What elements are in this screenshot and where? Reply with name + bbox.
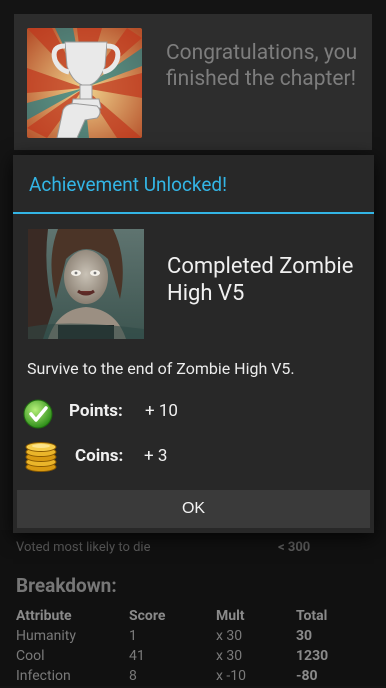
cell-mult: x -10 xyxy=(216,668,247,684)
coins-icon xyxy=(23,439,59,473)
header-attribute: Attribute xyxy=(16,608,72,624)
check-icon xyxy=(23,399,53,429)
achievement-dialog: Achievement Unlocked! Completed Zombie H… xyxy=(13,155,374,533)
coins-value: + 3 xyxy=(144,446,168,466)
header-mult: Mult xyxy=(216,608,245,624)
cell-score: 41 xyxy=(129,648,145,664)
cell-total: 30 xyxy=(296,628,313,644)
cell-score: 1 xyxy=(129,628,137,644)
dialog-title: Achievement Unlocked! xyxy=(29,173,228,196)
table-row: Cool 41 x 30 1230 xyxy=(16,648,376,668)
points-value: + 10 xyxy=(145,401,178,421)
breakdown-table: Attribute Score Mult Total Humanity 1 x … xyxy=(16,608,376,688)
cell-total: 1230 xyxy=(296,648,329,664)
header-score: Score xyxy=(129,608,166,624)
cell-attribute: Humanity xyxy=(16,628,76,644)
points-label: Points: xyxy=(69,401,123,421)
trophy-icon xyxy=(27,28,142,138)
achievement-image xyxy=(28,229,144,339)
title-divider xyxy=(13,212,374,214)
chapter-complete-header: Congratulations, you finished the chapte… xyxy=(14,14,372,150)
table-row: Infection 8 x -10 -80 xyxy=(16,668,376,688)
achievement-name: Completed Zombie High V5 xyxy=(167,254,354,306)
cell-mult: x 30 xyxy=(216,628,243,644)
cell-total: -80 xyxy=(296,668,318,684)
table-header: Attribute Score Mult Total xyxy=(16,608,376,628)
coins-label: Coins: xyxy=(75,446,124,466)
breakdown-title: Breakdown: xyxy=(16,574,117,597)
voted-value: < 300 xyxy=(278,540,311,555)
cell-attribute: Cool xyxy=(16,648,45,664)
header-total: Total xyxy=(296,608,328,624)
achievement-description: Survive to the end of Zombie High V5. xyxy=(27,359,295,378)
table-row: Humanity 1 x 30 30 xyxy=(16,628,376,648)
ok-button[interactable]: OK xyxy=(17,490,370,528)
congratulations-text: Congratulations, you finished the chapte… xyxy=(166,41,358,91)
cell-score: 8 xyxy=(129,668,137,684)
cell-mult: x 30 xyxy=(216,648,243,664)
cell-attribute: Infection xyxy=(16,668,71,684)
voted-row: Voted most likely to die < 300 xyxy=(16,540,376,558)
voted-label: Voted most likely to die xyxy=(16,540,151,555)
